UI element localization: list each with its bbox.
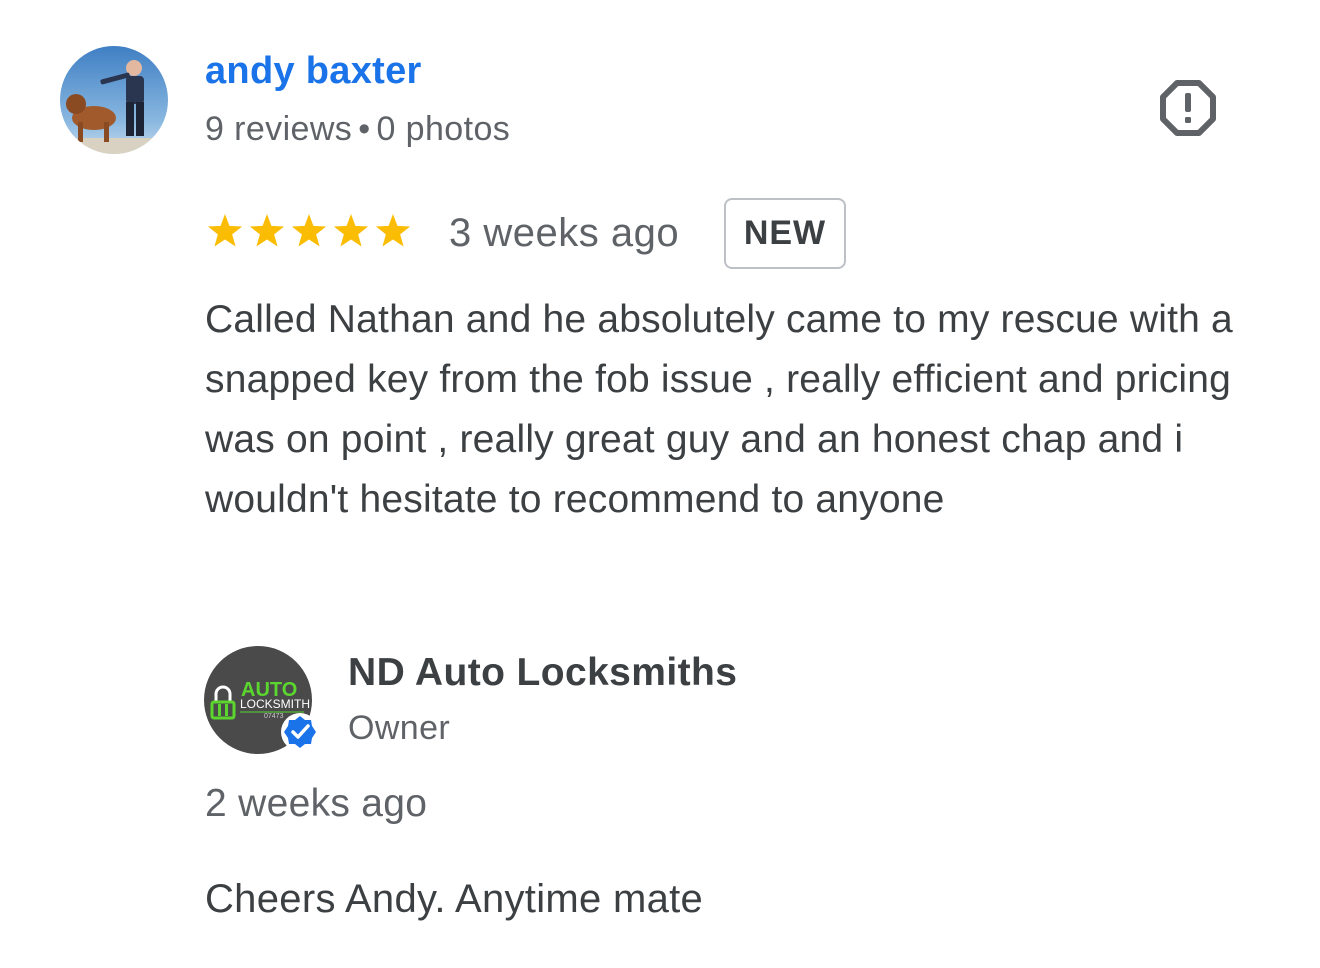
report-flag-icon[interactable] [1156,76,1220,140]
meta-separator: • [358,110,371,148]
star-rating [205,210,415,254]
user-photo-avatar-icon [60,46,168,154]
star-icon [333,214,369,247]
owner-avatar[interactable]: AUTO LOCKSMITH 07473 [204,646,328,756]
reply-text: Cheers Andy. Anytime mate [205,877,704,921]
owner-name: ND Auto Locksmiths [348,651,738,694]
reviewer-photo-count: 0 photos [376,110,511,148]
reply-time: 2 weeks ago [205,782,428,825]
review-card: andy baxter 9 reviews • 0 photos 3 weeks a… [0,0,1320,968]
reviewer-review-count: 9 reviews [205,110,353,148]
star-icon [249,214,285,247]
star-icon [375,214,411,247]
verified-badge-icon [281,713,319,751]
review-time: 3 weeks ago [449,211,680,255]
owner-role: Owner [348,709,451,747]
star-icon [291,214,327,247]
svg-text:07473: 07473 [264,713,284,720]
review-text: Called Nathan and he absolutely came to … [205,298,1233,521]
star-icon [207,214,243,247]
reviewer-avatar[interactable] [60,46,168,154]
reviewer-stats: 9 reviews • 0 photos [205,110,510,149]
svg-text:LOCKSMITH: LOCKSMITH [240,697,310,711]
reviewer-name-link[interactable]: andy baxter [205,50,422,93]
new-badge: NEW [724,198,846,269]
